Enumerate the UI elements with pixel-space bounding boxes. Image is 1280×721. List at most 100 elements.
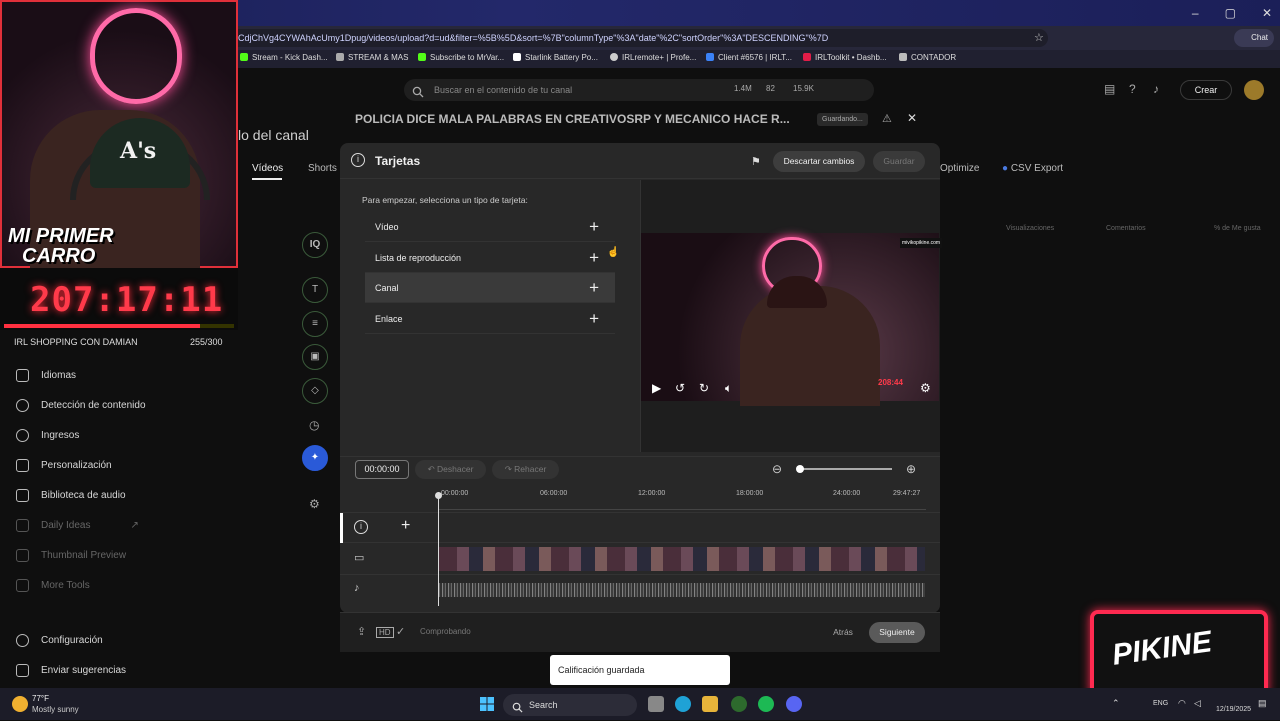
sidebar-item-label: Detección de contenido xyxy=(41,400,146,411)
close-icon[interactable]: ✕ xyxy=(1262,6,1272,20)
maximize-icon[interactable]: ▢ xyxy=(1225,6,1236,20)
tags-icon[interactable]: ◇ xyxy=(302,378,328,404)
save-button[interactable]: Guardar xyxy=(873,151,925,172)
playhead-handle[interactable] xyxy=(435,492,442,499)
column-views[interactable]: Visualizaciones xyxy=(1006,225,1054,232)
sidebar-item-feedback[interactable]: Enviar sugerencias xyxy=(16,664,126,677)
video-settings-icon[interactable]: ⚙ xyxy=(920,381,931,395)
sidebar-item-languages[interactable]: Idiomas xyxy=(16,369,76,382)
playhead[interactable] xyxy=(438,494,439,606)
card-type-video[interactable]: Vídeo + xyxy=(365,212,615,242)
time-input[interactable]: 00:00:00 xyxy=(355,460,409,479)
sidebar-item-thumbnail-preview[interactable]: Thumbnail Preview xyxy=(16,549,126,562)
bookmark-2[interactable]: STREAM & MAS xyxy=(336,53,408,62)
tab-optimize[interactable]: Optimize xyxy=(940,163,979,174)
add-card-icon[interactable]: + xyxy=(401,517,410,535)
taskbar-search[interactable]: Search xyxy=(503,694,637,716)
bookmark-4[interactable]: Starlink Battery Po... xyxy=(513,53,598,62)
chevron-up-icon[interactable]: ⌃ xyxy=(1112,698,1120,709)
tab-shorts[interactable]: Shorts xyxy=(308,163,337,174)
next-button[interactable]: Siguiente xyxy=(869,622,925,643)
sidebar-item-settings[interactable]: Configuración xyxy=(16,634,103,647)
volume-icon[interactable]: ◁ xyxy=(1194,698,1201,709)
plus-icon[interactable]: + xyxy=(589,273,599,303)
plus-icon[interactable]: + xyxy=(589,243,599,273)
copilot-chat-button[interactable]: Chat xyxy=(1234,29,1274,47)
column-comments[interactable]: Comentarios xyxy=(1106,225,1146,232)
zoom-slider[interactable] xyxy=(800,468,892,470)
windows-start-icon[interactable] xyxy=(480,697,494,711)
tab-videos[interactable]: Vídeos xyxy=(252,163,283,174)
create-button[interactable]: Crear xyxy=(1180,80,1232,100)
ideas-icon xyxy=(16,519,29,532)
bookmark-3[interactable]: Subscribe to MrVar... xyxy=(418,53,504,62)
bookmark-8[interactable]: CONTADOR xyxy=(899,53,956,62)
comments-icon[interactable]: ▤ xyxy=(1104,82,1115,96)
help-icon[interactable]: ? xyxy=(1129,82,1136,96)
zoom-out-icon[interactable]: ⊖ xyxy=(772,462,782,476)
image-icon[interactable]: ▣ xyxy=(302,344,328,370)
bell-icon[interactable]: ♪ xyxy=(1153,82,1159,96)
video-thumbnail-strip[interactable] xyxy=(439,547,925,571)
file-explorer-icon[interactable] xyxy=(702,696,718,712)
minimize-icon[interactable]: – xyxy=(1192,6,1199,20)
card-type-playlist[interactable]: Lista de reproducción + xyxy=(365,243,615,273)
plus-icon[interactable]: + xyxy=(589,304,599,334)
sidebar-item-audio-library[interactable]: Biblioteca de audio xyxy=(16,489,126,502)
discard-changes-button[interactable]: Descartar cambios xyxy=(773,151,865,172)
feedback-flag-icon[interactable]: ⚑ xyxy=(751,155,761,168)
bookmark-6[interactable]: Client #6576 | IRLT... xyxy=(706,53,792,62)
bookmark-label: Starlink Battery Po... xyxy=(525,53,598,62)
wifi-icon[interactable]: ◠ xyxy=(1178,698,1186,709)
description-icon[interactable]: ≡ xyxy=(302,311,328,337)
stat-views: 1.4M xyxy=(734,84,752,93)
goal-label: IRL SHOPPING CON DAMIAN xyxy=(14,337,138,347)
volume-icon[interactable]: 🔈︎ xyxy=(725,381,732,396)
back-button[interactable]: Atrás xyxy=(824,623,862,642)
clock-icon[interactable]: ◷ xyxy=(309,418,319,432)
weather-temp[interactable]: 77°F xyxy=(32,694,49,703)
column-likes[interactable]: % de Me gusta xyxy=(1214,225,1261,232)
sidebar-item-customization[interactable]: Personalización xyxy=(16,459,112,472)
weather-desc[interactable]: Mostly sunny xyxy=(32,705,79,714)
taskbar-date[interactable]: 12/19/2025 xyxy=(1216,706,1251,713)
bookmark-icon xyxy=(706,53,714,61)
vidiq-icon[interactable]: IQ xyxy=(302,232,328,258)
star-icon[interactable]: ☆ xyxy=(1034,31,1044,44)
language-indicator[interactable]: ENG xyxy=(1153,700,1168,707)
audio-waveform[interactable] xyxy=(439,583,925,597)
settings-gear-icon[interactable]: ⚙ xyxy=(309,497,320,511)
undo-button[interactable]: ↶ Deshacer xyxy=(415,460,486,479)
sparkle-icon[interactable]: ✦ xyxy=(302,445,328,471)
edge-icon[interactable] xyxy=(675,696,691,712)
sidebar-item-daily-ideas[interactable]: Daily Ideas ↗ xyxy=(16,519,139,532)
sidebar-item-earn[interactable]: Ingresos xyxy=(16,429,79,442)
plus-icon[interactable]: + xyxy=(589,212,599,242)
notification-icon[interactable]: ▤ xyxy=(1258,698,1267,709)
close-details-icon[interactable]: ✕ xyxy=(907,111,917,125)
card-type-channel[interactable]: Canal + xyxy=(365,273,615,303)
play-icon[interactable]: ▶ xyxy=(652,381,661,395)
sidebar-item-content-detection[interactable]: Detección de contenido xyxy=(16,399,146,412)
redo-button[interactable]: ↷ Rehacer xyxy=(492,460,559,479)
text-icon[interactable]: T xyxy=(302,277,328,303)
url-bar[interactable]: CdjChVg4CYWAhAcUmy1Dpug/videos/upload?d=… xyxy=(230,29,1048,47)
avatar[interactable] xyxy=(1244,80,1264,100)
forward-10-icon[interactable]: ↻ xyxy=(699,381,709,395)
task-view-icon[interactable] xyxy=(648,696,664,712)
zoom-in-icon[interactable]: ⊕ xyxy=(906,462,916,476)
card-type-link[interactable]: Enlace + xyxy=(365,304,615,334)
chrome-icon[interactable] xyxy=(731,696,747,712)
rewind-10-icon[interactable]: ↺ xyxy=(675,381,685,395)
spotify-icon[interactable] xyxy=(758,696,774,712)
bookmark-5[interactable]: IRLremote+ | Profe... xyxy=(610,53,696,62)
weather-icon[interactable] xyxy=(12,696,28,712)
window-controls: – ▢ ✕ xyxy=(1192,6,1272,20)
tab-csv-export[interactable]: ● CSV Export xyxy=(1002,163,1063,174)
report-icon[interactable]: ⚠ xyxy=(882,112,892,125)
bookmark-1[interactable]: Stream - Kick Dash... xyxy=(240,53,328,62)
bookmark-7[interactable]: IRLToolkit • Dashb... xyxy=(803,53,887,62)
discord-icon[interactable] xyxy=(786,696,802,712)
zoom-slider-handle[interactable] xyxy=(796,465,804,473)
sidebar-item-more-tools[interactable]: More Tools xyxy=(16,579,90,592)
